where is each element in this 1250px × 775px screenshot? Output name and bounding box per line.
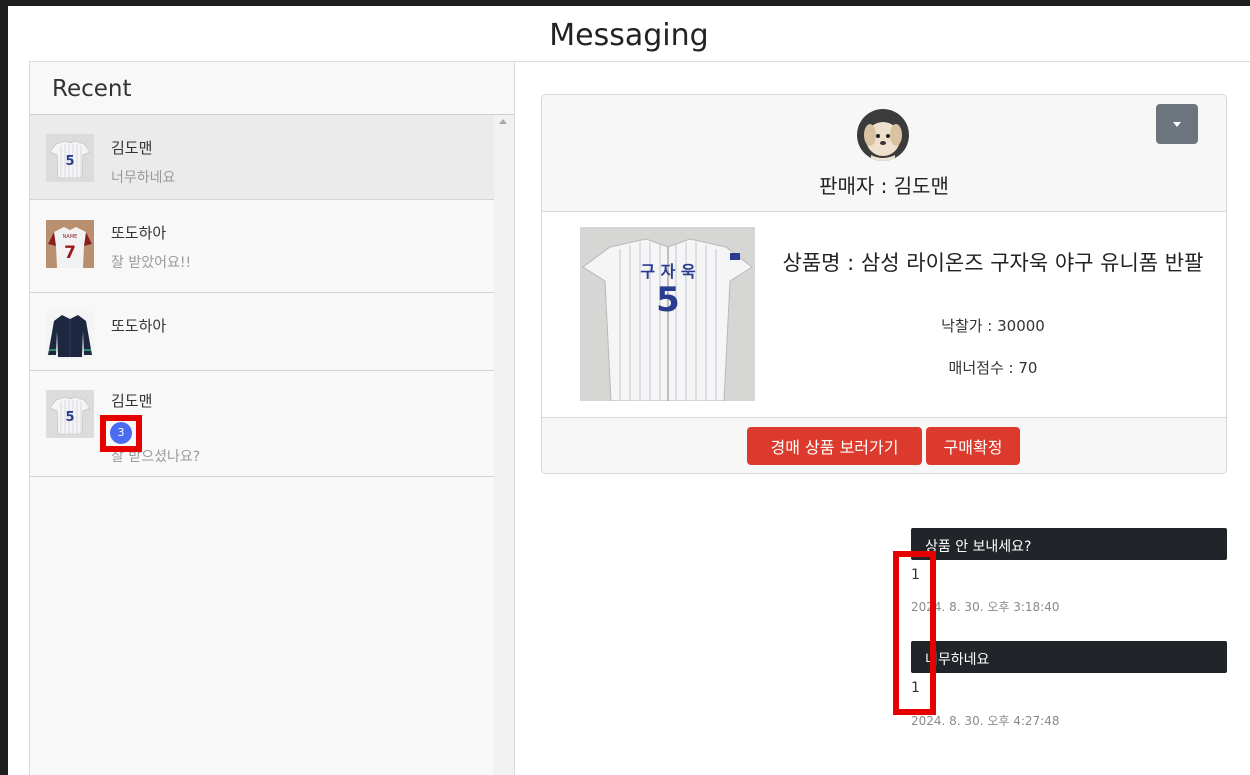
chat-list: 5 김도맨 너무하네요 NAME 7 또도하아 잘 받았어요!! 또도하아 5 … bbox=[30, 115, 494, 477]
seller-avatar bbox=[857, 109, 909, 161]
chat-item[interactable]: NAME 7 또도하아 잘 받았어요!! bbox=[30, 200, 494, 293]
message-timestamp: 2024. 8. 30. 오후 4:27:48 bbox=[911, 714, 1060, 728]
jersey-number: 5 bbox=[656, 280, 680, 320]
messaging-page: Messaging Recent 5 김도맨 너무하네요 NAME 7 또도하아… bbox=[8, 6, 1250, 775]
caret-down-icon bbox=[1173, 122, 1181, 127]
chat-item[interactable]: 5 김도맨 3 잘 받으셨나요? bbox=[30, 371, 494, 477]
chat-name: 또도하아 bbox=[111, 317, 167, 335]
page-title: Messaging bbox=[549, 18, 709, 53]
message-read-count: 1 bbox=[911, 567, 920, 583]
chat-item[interactable]: 또도하아 bbox=[30, 293, 494, 371]
product-price: 낙찰가 : 30000 bbox=[941, 317, 1045, 335]
chat-last-message: 잘 받았어요!! bbox=[111, 255, 192, 271]
chat-name: 김도맨 bbox=[111, 392, 153, 410]
recent-title: Recent bbox=[30, 62, 514, 115]
svg-text:NAME: NAME bbox=[63, 234, 78, 240]
jersey-lettering: 구 자 욱 bbox=[640, 262, 696, 281]
chat-name: 또도하아 bbox=[111, 224, 167, 242]
chat-last-message: 너무하네요 bbox=[111, 170, 176, 186]
svg-text:5: 5 bbox=[65, 154, 74, 169]
manner-score: 매너점수 : 70 bbox=[948, 359, 1038, 377]
chat-list-scrollbar[interactable] bbox=[494, 115, 514, 775]
scroll-up-arrow-icon[interactable] bbox=[499, 119, 507, 124]
chat-last-message: 잘 받으셨나요? bbox=[111, 449, 201, 465]
message-timestamp: 2024. 8. 30. 오후 3:18:40 bbox=[911, 600, 1060, 614]
message-bubble: 상품 안 보내세요? bbox=[911, 528, 1227, 560]
confirm-purchase-button[interactable]: 구매확정 bbox=[926, 427, 1020, 465]
chat-item[interactable]: 5 김도맨 너무하네요 bbox=[30, 115, 494, 200]
svg-text:5: 5 bbox=[65, 410, 74, 425]
jacket-icon bbox=[46, 311, 94, 359]
view-auction-button[interactable]: 경매 상품 보러가기 bbox=[747, 427, 922, 465]
messaging-frame: Recent 5 김도맨 너무하네요 NAME 7 또도하아 잘 받았어요!! … bbox=[29, 61, 1250, 775]
card-header: 판매자 : 김도맨 bbox=[542, 95, 1226, 212]
unread-count-badge: 3 bbox=[110, 422, 132, 444]
product-name: 상품명 : 삼성 라이온즈 구자욱 야구 유니폼 반팔 bbox=[782, 251, 1204, 275]
card-footer: 경매 상품 보러가기 구매확정 bbox=[542, 417, 1226, 473]
seller-name: 판매자 : 김도맨 bbox=[819, 174, 949, 198]
recent-chats-sidebar: Recent 5 김도맨 너무하네요 NAME 7 또도하아 잘 받았어요!! … bbox=[30, 62, 515, 775]
message-read-count: 1 bbox=[911, 680, 920, 696]
product-image: 구 자 욱 5 bbox=[580, 227, 755, 401]
jersey-5-icon: 5 bbox=[46, 134, 94, 182]
options-dropdown-button[interactable] bbox=[1156, 104, 1198, 144]
message-bubble: 너무하네요 bbox=[911, 641, 1227, 673]
svg-text:7: 7 bbox=[64, 243, 76, 263]
product-card: 판매자 : 김도맨 구 자 욱 5 상품명: 삼성 라이온즈 구자욱 야구 유… bbox=[541, 94, 1227, 474]
chat-name: 김도맨 bbox=[111, 139, 153, 157]
jersey-5-icon: 5 bbox=[46, 390, 94, 438]
jersey-7-icon: NAME 7 bbox=[46, 220, 94, 268]
